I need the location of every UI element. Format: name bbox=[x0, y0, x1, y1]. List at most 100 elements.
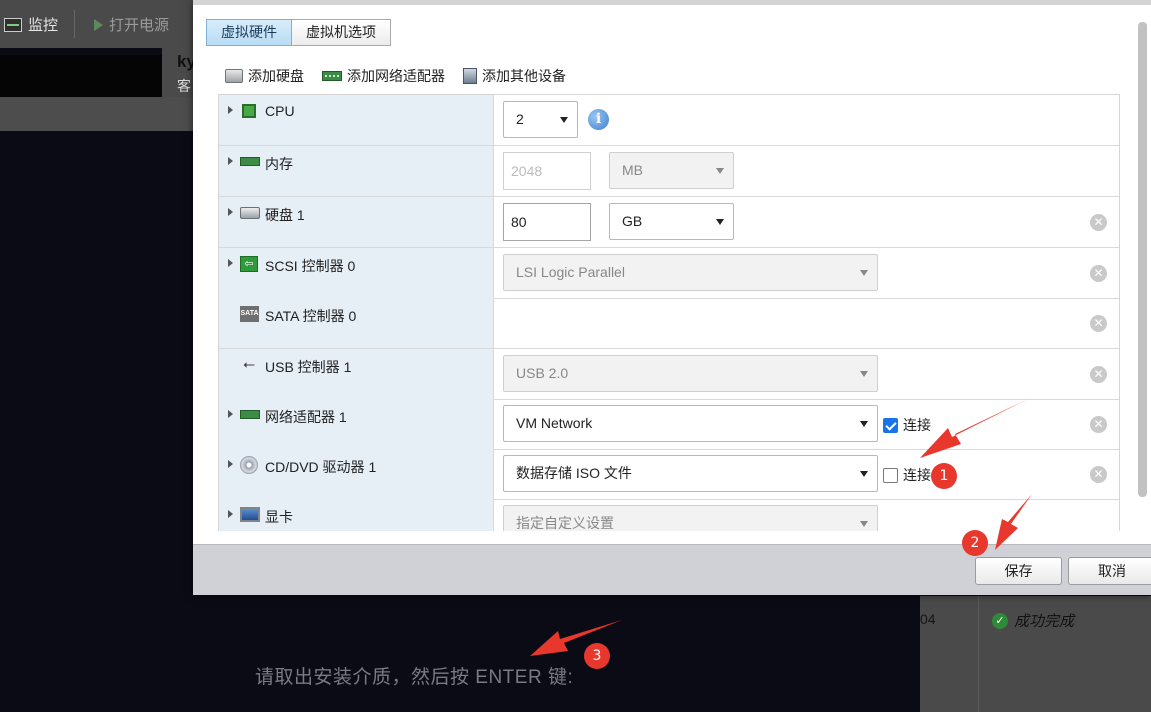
cancel-button[interactable]: 取消 bbox=[1068, 557, 1151, 585]
task-status: ✓ 成功完成 bbox=[992, 610, 1074, 631]
add-other-device-button[interactable]: 添加其他设备 bbox=[463, 66, 566, 86]
caret-down-icon bbox=[860, 421, 868, 427]
row-value: 2 i bbox=[495, 95, 1119, 145]
cddvd-source-select[interactable]: 数据存储 ISO 文件 bbox=[503, 455, 878, 492]
network-select[interactable]: VM Network bbox=[503, 405, 878, 442]
expand-arrow-icon[interactable] bbox=[228, 259, 233, 267]
info-icon[interactable]: i bbox=[588, 109, 609, 130]
add-network-button[interactable]: 添加网络适配器 bbox=[322, 66, 445, 86]
cpu-label: CPU bbox=[265, 103, 295, 119]
cpu-count-value: 2 bbox=[516, 111, 524, 127]
annotation-badge-2: 2 bbox=[962, 530, 988, 556]
network-label: 网络适配器 1 bbox=[265, 409, 347, 425]
power-on-label: 打开电源 bbox=[109, 17, 170, 34]
cpu-icon bbox=[242, 104, 256, 118]
network-adapter-icon bbox=[240, 410, 260, 419]
play-icon bbox=[94, 18, 103, 31]
vertical-scrollbar[interactable] bbox=[1138, 22, 1147, 497]
annotation-badge-3: 3 bbox=[584, 643, 610, 669]
network-connect-checkbox[interactable]: 连接 bbox=[883, 415, 931, 435]
disk-size-input[interactable]: 80 bbox=[503, 203, 591, 241]
scsi-type-value: LSI Logic Parallel bbox=[516, 264, 625, 280]
checkbox-unchecked-icon[interactable] bbox=[883, 467, 898, 483]
recent-tasks-panel: 04 ✓ 成功完成 bbox=[920, 596, 1151, 712]
cpu-count-select[interactable]: 2 bbox=[503, 101, 578, 138]
scsi-type-select[interactable]: LSI Logic Parallel bbox=[503, 254, 878, 291]
memory-unit-value: MB bbox=[622, 162, 643, 178]
tab-bar: 虚拟硬件 虚拟机选项 bbox=[206, 19, 391, 46]
memory-size-input[interactable]: 2048 bbox=[503, 152, 591, 190]
expand-arrow-icon[interactable] bbox=[228, 208, 233, 216]
remove-icon[interactable]: ✕ bbox=[1090, 466, 1107, 483]
save-button[interactable]: 保存 bbox=[975, 557, 1062, 585]
caret-down-icon bbox=[716, 168, 724, 174]
expand-arrow-icon[interactable] bbox=[228, 157, 233, 165]
sata-label: SATA 控制器 0 bbox=[265, 308, 357, 324]
add-disk-button[interactable]: 添加硬盘 bbox=[225, 66, 304, 86]
row-label: SATA SATA 控制器 0 bbox=[219, 298, 494, 348]
hardware-row-cpu: CPU 2 i bbox=[219, 95, 1119, 146]
checkbox-checked-icon[interactable] bbox=[883, 417, 898, 433]
monitor-button[interactable]: 监控 bbox=[4, 14, 58, 35]
vm-thumbnail bbox=[0, 55, 162, 97]
hardware-row-scsi: ⇦ SCSI 控制器 0 LSI Logic Parallel ✕ bbox=[219, 248, 1119, 299]
cddvd-connect-label: 连接 bbox=[903, 467, 931, 483]
row-label: ⇦ SCSI 控制器 0 bbox=[219, 248, 494, 298]
memory-unit-select[interactable]: MB bbox=[609, 152, 734, 189]
expand-arrow-icon[interactable] bbox=[228, 510, 233, 518]
sata-controller-icon: SATA bbox=[240, 306, 259, 322]
cd-dvd-icon bbox=[240, 456, 258, 474]
tab-vm-options[interactable]: 虚拟机选项 bbox=[292, 19, 391, 46]
monitor-label: 监控 bbox=[28, 17, 59, 34]
hardware-row-network: 网络适配器 1 VM Network 连接 ✕ bbox=[219, 399, 1119, 450]
display-settings-select[interactable]: 指定自定义设置 bbox=[503, 505, 878, 531]
scsi-label: SCSI 控制器 0 bbox=[265, 258, 356, 274]
add-device-toolbar: 添加硬盘 添加网络适配器 添加其他设备 bbox=[225, 66, 566, 86]
add-other-label: 添加其他设备 bbox=[482, 68, 566, 84]
disk-unit-select[interactable]: GB bbox=[609, 203, 734, 240]
remove-icon[interactable]: ✕ bbox=[1090, 265, 1107, 282]
row-value: 80 GB ✕ bbox=[495, 197, 1119, 247]
caret-down-icon bbox=[716, 219, 724, 225]
cddvd-source-value: 数据存储 ISO 文件 bbox=[516, 465, 632, 481]
row-label: CPU bbox=[219, 95, 494, 145]
row-value: 2048 MB bbox=[495, 146, 1119, 196]
task-number: 04 bbox=[920, 611, 936, 627]
power-on-button[interactable]: 打开电源 bbox=[94, 14, 169, 35]
caret-down-icon bbox=[860, 270, 868, 276]
row-label: ⭠ USB 控制器 1 bbox=[219, 349, 494, 399]
scsi-controller-icon: ⇦ bbox=[240, 256, 258, 272]
cddvd-connect-checkbox[interactable]: 连接 bbox=[883, 465, 931, 485]
usb-type-select[interactable]: USB 2.0 bbox=[503, 355, 878, 392]
remove-icon[interactable]: ✕ bbox=[1090, 315, 1107, 332]
expand-arrow-icon[interactable] bbox=[228, 106, 233, 114]
monitor-icon bbox=[4, 17, 22, 32]
disk-icon bbox=[225, 69, 243, 83]
row-value: ✕ bbox=[495, 298, 1119, 348]
column-divider bbox=[978, 596, 979, 712]
add-disk-label: 添加硬盘 bbox=[248, 68, 304, 84]
memory-icon bbox=[240, 157, 260, 166]
remove-icon[interactable]: ✕ bbox=[1090, 366, 1107, 383]
remove-icon[interactable]: ✕ bbox=[1090, 214, 1107, 231]
remove-icon[interactable]: ✕ bbox=[1090, 416, 1107, 433]
row-label: 内存 bbox=[219, 146, 494, 196]
hardware-row-sata: SATA SATA 控制器 0 ✕ bbox=[219, 298, 1119, 349]
tab-virtual-hardware[interactable]: 虚拟硬件 bbox=[206, 19, 292, 46]
row-label: 硬盘 1 bbox=[219, 197, 494, 247]
hard-disk-icon bbox=[240, 207, 260, 219]
row-label: 显卡 bbox=[219, 499, 494, 531]
expand-arrow-icon[interactable] bbox=[228, 460, 233, 468]
usb-label: USB 控制器 1 bbox=[265, 359, 352, 375]
expand-arrow-icon[interactable] bbox=[228, 410, 233, 418]
hardware-row-display: 显卡 指定自定义设置 bbox=[219, 499, 1119, 531]
cddvd-label: CD/DVD 驱动器 1 bbox=[265, 459, 377, 475]
add-network-label: 添加网络适配器 bbox=[347, 68, 445, 84]
toolbar-divider bbox=[74, 10, 75, 38]
device-icon bbox=[463, 68, 477, 84]
network-icon bbox=[322, 71, 342, 81]
edit-settings-dialog: 虚拟硬件 虚拟机选项 添加硬盘 添加网络适配器 添加其他设备 CPU 2 i 内… bbox=[193, 0, 1151, 595]
hardware-row-disk: 硬盘 1 80 GB ✕ bbox=[219, 197, 1119, 248]
row-value: USB 2.0 ✕ bbox=[495, 349, 1119, 399]
annotation-badge-1: 1 bbox=[931, 463, 957, 489]
